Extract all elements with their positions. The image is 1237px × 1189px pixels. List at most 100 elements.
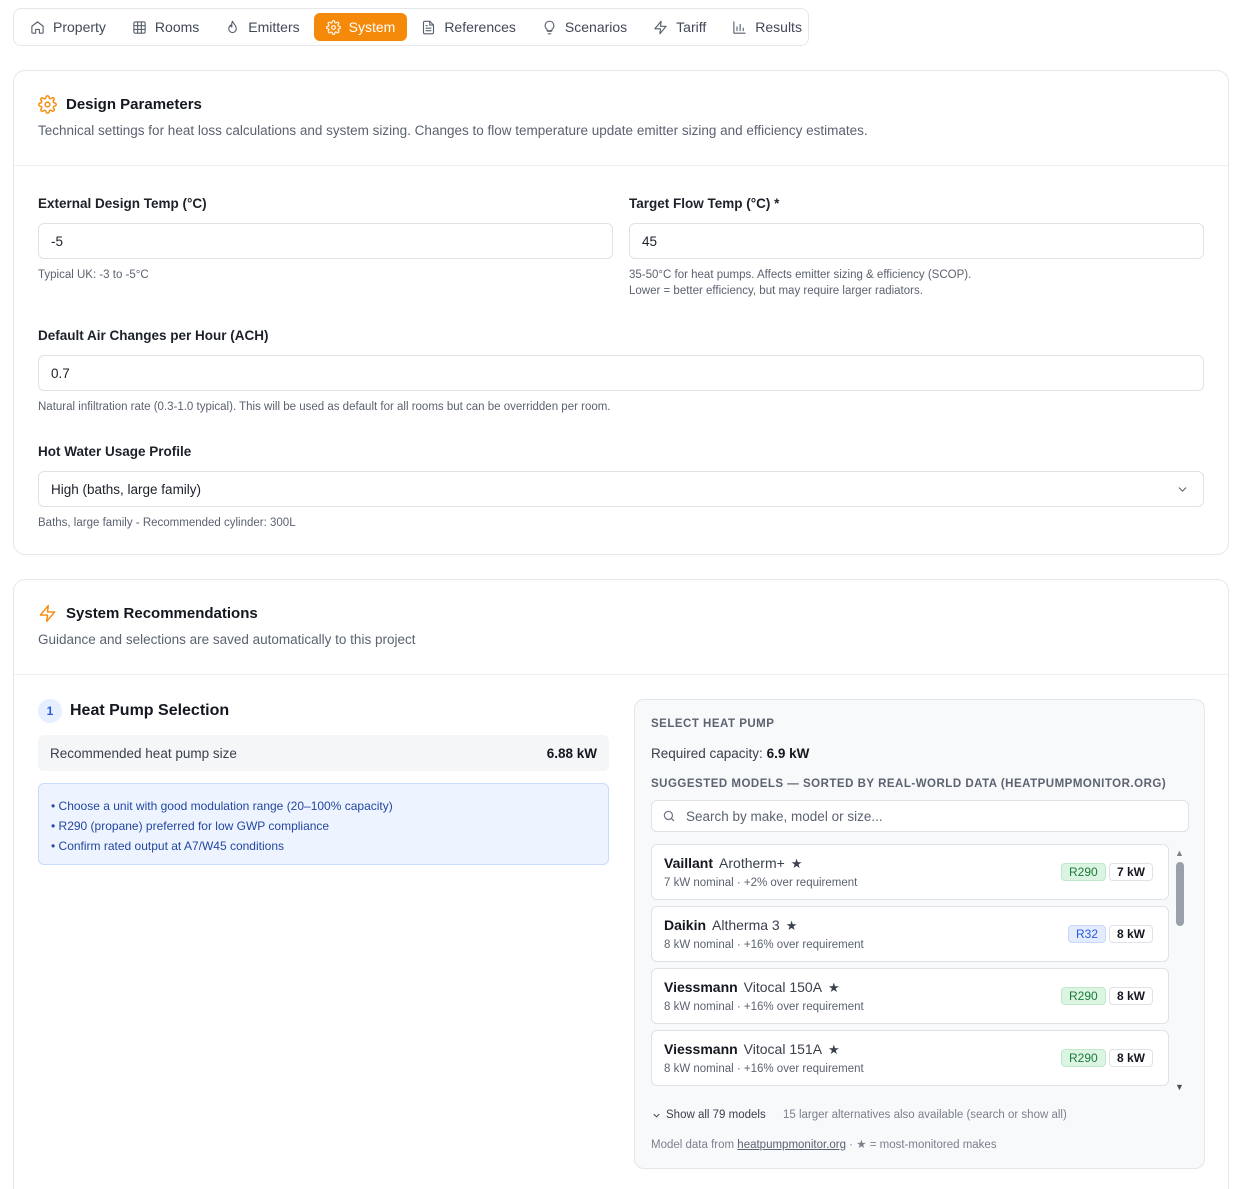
card-title: System Recommendations xyxy=(38,604,1204,623)
star-icon: ★ xyxy=(828,1042,840,1057)
model-make: Viessmann xyxy=(664,979,738,995)
tab-property[interactable]: Property xyxy=(18,13,118,41)
grid-icon xyxy=(133,20,146,34)
external-temp-hint: Typical UK: -3 to -5°C xyxy=(38,269,149,281)
refrigerant-badge: R32 xyxy=(1068,925,1107,943)
hot-water-select[interactable]: High (baths, large family) xyxy=(38,471,1204,507)
scroll-up-arrow-icon[interactable]: ▲ xyxy=(1175,848,1184,858)
tab-label: Results xyxy=(755,19,802,35)
model-name: Vaillant Arotherm+ ★ xyxy=(664,855,802,872)
select-heat-pump-panel: SELECT HEAT PUMP Required capacity: 6.9 … xyxy=(634,699,1205,1169)
external-temp-input[interactable]: -5 xyxy=(38,223,613,259)
model-model: Vitocal 151A xyxy=(743,1041,823,1057)
model-description: 8 kW nominal · +16% over requirement xyxy=(664,939,864,951)
tab-label: Scenarios xyxy=(564,19,628,35)
required-capacity-value: 6.9 kW xyxy=(766,746,810,761)
flow-temp-label: Target Flow Temp (°C) * xyxy=(629,196,780,211)
tab-emitters[interactable]: Emitters xyxy=(213,13,311,41)
model-name: Daikin Altherma 3 ★ xyxy=(664,917,797,934)
tab-system[interactable]: System xyxy=(313,13,408,41)
ach-hint: Natural infiltration rate (0.3-1.0 typic… xyxy=(38,401,611,413)
model-make: Daikin xyxy=(664,917,707,933)
model-model: Altherma 3 xyxy=(712,917,780,933)
tab-references[interactable]: References xyxy=(409,13,528,41)
gear-icon xyxy=(325,19,341,35)
home-icon xyxy=(31,20,44,34)
model-description: 8 kW nominal · +16% over requirement xyxy=(664,1001,864,1013)
model-name: Viessmann Vitocal 150A ★ xyxy=(664,979,840,996)
capacity-badge: 8 kW xyxy=(1109,1049,1154,1067)
select-heat-pump-caption: SELECT HEAT PUMP xyxy=(651,718,775,730)
heatpumpmonitor-link[interactable]: heatpumpmonitor.org xyxy=(737,1139,846,1151)
star-icon: ★ xyxy=(785,918,798,933)
tab-label: Emitters xyxy=(248,19,300,35)
tab-label: References xyxy=(444,19,516,35)
chevron-down-icon xyxy=(653,1113,660,1118)
tab-scenarios[interactable]: Scenarios xyxy=(530,13,639,41)
heat-pump-selection-title: Heat Pump Selection xyxy=(70,702,230,719)
larger-alternatives-note: 15 larger alternatives also available (s… xyxy=(783,1109,1067,1121)
model-name: Viessmann Vitocal 151A ★ xyxy=(664,1041,840,1058)
ach-input[interactable]: 0.7 xyxy=(38,355,1204,391)
refrigerant-badge: R290 xyxy=(1061,1049,1106,1067)
tab-results[interactable]: Results xyxy=(720,13,814,41)
document-icon xyxy=(423,20,435,34)
flow-temp-hint: 35-50°C for heat pumps. Affects emitter … xyxy=(629,269,972,281)
refrigerant-badge: R290 xyxy=(1061,863,1106,881)
model-description: 8 kW nominal · +16% over requirement xyxy=(664,1063,864,1075)
show-all-label: Show all 79 models xyxy=(666,1109,766,1121)
bolt-icon xyxy=(654,20,667,34)
tab-bar: Property Rooms Emitters System Reference… xyxy=(13,8,809,46)
model-list: Vaillant Arotherm+ ★ 7 kW nominal · +2% ov… xyxy=(651,844,1169,1092)
search-placeholder: Search by make, model or size... xyxy=(686,808,883,824)
model-item-vaillant-arotherm[interactable]: Vaillant Arotherm+ ★ 7 kW nominal · +2% ov… xyxy=(651,844,1169,900)
model-item-viessmann-vitocal-150a[interactable]: Viessmann Vitocal 150A ★ 8 kW nominal · +1… xyxy=(651,968,1169,1024)
model-list-scrollbar[interactable]: ▲ ▼ xyxy=(1175,848,1187,1092)
system-recommendations-card: System Recommendations Guidance and sele… xyxy=(13,579,1229,1189)
design-parameters-card: Design Parameters Technical settings for… xyxy=(13,70,1229,555)
flow-temp-input[interactable]: 45 xyxy=(629,223,1204,259)
required-capacity: Required capacity: 6.9 kW xyxy=(651,746,809,761)
model-item-viessmann-vitocal-151a[interactable]: Viessmann Vitocal 151A ★ 8 kW nominal · +1… xyxy=(651,1030,1169,1086)
show-all-models-button[interactable]: Show all 79 models xyxy=(651,1109,766,1121)
ach-label: Default Air Changes per Hour (ACH) xyxy=(38,328,269,343)
model-item-daikin-altherma[interactable]: Daikin Altherma 3 ★ 8 kW nominal · +16% ov… xyxy=(651,906,1169,962)
model-description: 7 kW nominal · +2% over requirement xyxy=(664,877,858,889)
recommended-size-value: 6.88 kW xyxy=(546,745,597,761)
recommended-size-label: Recommended heat pump size xyxy=(50,745,237,761)
flow-temp-hint-secondary: Lower = better efficiency, but may requi… xyxy=(629,285,923,297)
model-make: Vaillant xyxy=(664,855,714,871)
external-temp-label: External Design Temp (°C) xyxy=(38,196,207,211)
model-search-input[interactable]: Search by make, model or size... xyxy=(651,800,1189,832)
tip-item: • Choose a unit with good modulation ran… xyxy=(51,799,393,813)
scroll-down-arrow-icon[interactable]: ▼ xyxy=(1175,1082,1184,1092)
capacity-badge: 8 kW xyxy=(1109,925,1154,943)
refrigerant-badge: R290 xyxy=(1061,987,1106,1005)
design-subtitle: Technical settings for heat loss calcula… xyxy=(38,123,868,138)
hot-water-label: Hot Water Usage Profile xyxy=(38,444,192,459)
capacity-badge: 8 kW xyxy=(1109,987,1154,1005)
capacity-badge: 7 kW xyxy=(1109,863,1154,881)
divider xyxy=(14,674,1228,675)
gear-icon xyxy=(38,95,57,114)
tab-rooms[interactable]: Rooms xyxy=(120,13,211,41)
selection-tips: • Choose a unit with good modulation ran… xyxy=(38,783,609,865)
hot-water-value: High (baths, large family) xyxy=(51,481,202,497)
card-title: Design Parameters xyxy=(38,95,1204,114)
tab-tariff[interactable]: Tariff xyxy=(641,13,718,41)
divider xyxy=(14,165,1228,166)
bar-chart-icon xyxy=(733,20,746,34)
scrollbar-thumb[interactable] xyxy=(1176,862,1184,926)
hot-water-hint: Baths, large family - Recommended cylind… xyxy=(38,517,296,529)
design-title: Design Parameters xyxy=(66,96,202,113)
bolt-icon xyxy=(39,604,56,623)
lightbulb-icon xyxy=(544,20,555,34)
star-icon: ★ xyxy=(828,980,840,995)
model-model: Arotherm+ xyxy=(719,855,785,871)
chevron-down-icon xyxy=(1178,487,1187,492)
tip-item: • R290 (propane) preferred for low GWP c… xyxy=(51,819,330,833)
search-icon xyxy=(663,810,675,822)
credit-suffix: · ★ = most-monitored makes xyxy=(845,1139,997,1151)
model-make: Viessmann xyxy=(664,1041,738,1057)
credit-prefix: Model data from xyxy=(651,1139,738,1151)
